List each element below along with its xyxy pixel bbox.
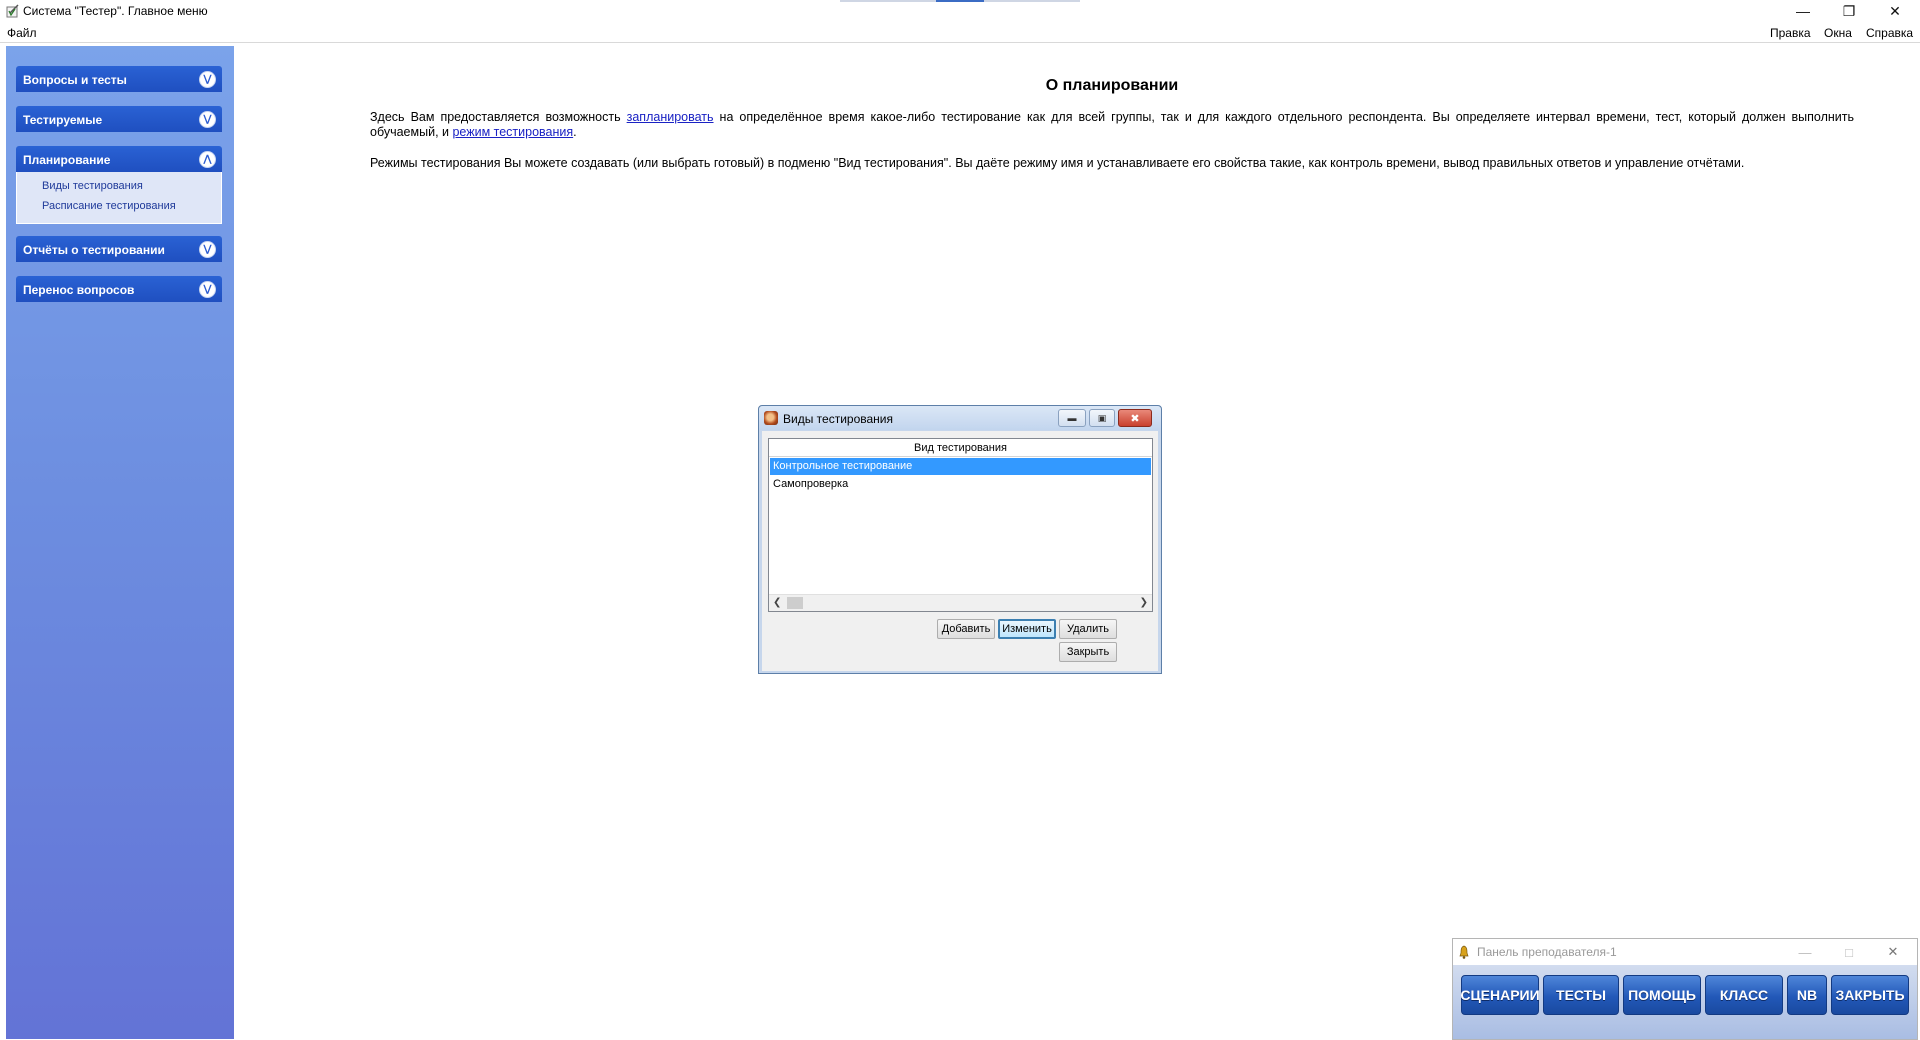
teacher-panel-title: Панель преподавателя-1 — [1477, 945, 1617, 959]
minimize-icon[interactable]: — — [1787, 942, 1823, 962]
chevron-down-icon[interactable]: ⋁ — [199, 281, 216, 298]
paragraph-text: . — [573, 125, 577, 139]
chevron-down-icon[interactable]: ⋁ — [199, 241, 216, 258]
title-accent-bar — [840, 0, 936, 2]
page-title: О планировании — [1045, 77, 1179, 94]
test-mode-link[interactable]: режим тестирования — [452, 125, 573, 139]
sidebar-section-transfer[interactable]: Перенос вопросов ⋁ — [16, 276, 222, 302]
list-item[interactable]: Самопроверка — [770, 476, 1151, 493]
close-icon[interactable]: ✕ — [1875, 942, 1911, 962]
restore-icon[interactable]: ❐ — [1826, 0, 1872, 22]
minimize-icon[interactable]: ▬ — [1058, 409, 1086, 427]
dialog-body: Вид тестирования Контрольное тестировани… — [762, 431, 1158, 671]
test-types-dialog: Виды тестирования ▬ ▣ ✖ Вид тестирования… — [758, 405, 1162, 674]
bell-icon — [1459, 945, 1469, 959]
horizontal-scrollbar[interactable]: ❮ ❯ — [769, 594, 1152, 611]
delete-button[interactable]: Удалить — [1059, 619, 1117, 639]
close-panel-button[interactable]: ЗАКРЫТЬ — [1831, 975, 1909, 1015]
sidebar-section-label: Планирование — [23, 153, 111, 167]
menubar: Файл Правка Окна Справка — [0, 24, 1920, 43]
dialog-app-icon — [764, 411, 778, 425]
intro-paragraph: Здесь Вам предоставляется возможность за… — [370, 110, 1854, 140]
title-accent-active — [936, 0, 984, 2]
help-button[interactable]: ПОМОЩЬ — [1623, 975, 1701, 1015]
scroll-left-icon[interactable]: ❮ — [773, 597, 781, 608]
teacher-panel: Панель преподавателя-1 — □ ✕ СЦЕНАРИИ ТЕ… — [1452, 938, 1918, 1040]
chevron-down-icon[interactable]: ⋁ — [199, 111, 216, 128]
menu-edit[interactable]: Правка — [1770, 26, 1811, 40]
title-accent-bar — [984, 0, 1080, 2]
sidebar-section-planning-body: Виды тестирования Расписание тестировани… — [16, 172, 222, 224]
close-icon[interactable]: ✕ — [1872, 0, 1918, 22]
window-titlebar: Система "Тестер". Главное меню — ❐ ✕ — [0, 0, 1920, 24]
sidebar: Вопросы и тесты ⋁ Тестируемые ⋁ Планиров… — [6, 46, 234, 1039]
app-icon — [6, 4, 19, 18]
sidebar-section-label: Перенос вопросов — [23, 283, 135, 297]
chevron-up-icon[interactable]: ⋀ — [199, 151, 216, 168]
close-button[interactable]: Закрыть — [1059, 642, 1117, 662]
add-button[interactable]: Добавить — [937, 619, 995, 639]
sidebar-item-test-types[interactable]: Виды тестирования — [42, 180, 143, 192]
scenarios-button[interactable]: СЦЕНАРИИ — [1460, 975, 1540, 1015]
list-item[interactable]: Контрольное тестирование — [770, 458, 1151, 475]
menu-file[interactable]: Файл — [7, 26, 37, 40]
sidebar-section-testees[interactable]: Тестируемые ⋁ — [16, 106, 222, 132]
tests-button[interactable]: ТЕСТЫ — [1543, 975, 1619, 1015]
maximize-icon[interactable]: □ — [1831, 942, 1867, 962]
scroll-thumb[interactable] — [787, 597, 803, 609]
sidebar-section-label: Тестируемые — [23, 113, 103, 127]
window-title: Система "Тестер". Главное меню — [23, 4, 208, 18]
paragraph-text: Здесь Вам предоставляется возможность — [370, 110, 627, 124]
sidebar-section-label: Отчёты о тестировании — [23, 243, 165, 257]
menu-help[interactable]: Справка — [1866, 26, 1913, 40]
chevron-down-icon[interactable]: ⋁ — [199, 71, 216, 88]
dialog-title: Виды тестирования — [783, 412, 893, 426]
modes-paragraph: Режимы тестирования Вы можете создавать … — [370, 156, 1745, 170]
minimize-icon[interactable]: — — [1780, 0, 1826, 22]
close-icon[interactable]: ✖ — [1118, 409, 1152, 427]
schedule-link[interactable]: запланировать — [627, 110, 714, 124]
sidebar-section-questions[interactable]: Вопросы и тесты ⋁ — [16, 66, 222, 92]
teacher-panel-titlebar[interactable]: Панель преподавателя-1 — □ ✕ — [1453, 939, 1917, 965]
nb-button[interactable]: NB — [1787, 975, 1827, 1015]
scroll-right-icon[interactable]: ❯ — [1140, 597, 1148, 608]
dialog-titlebar[interactable]: Виды тестирования ▬ ▣ ✖ — [759, 406, 1161, 430]
sidebar-section-reports[interactable]: Отчёты о тестировании ⋁ — [16, 236, 222, 262]
teacher-panel-toolbar: СЦЕНАРИИ ТЕСТЫ ПОМОЩЬ КЛАСС NB ЗАКРЫТЬ — [1453, 965, 1917, 1039]
maximize-icon[interactable]: ▣ — [1089, 409, 1115, 427]
sidebar-section-label: Вопросы и тесты — [23, 73, 127, 87]
edit-button[interactable]: Изменить — [998, 619, 1056, 639]
class-button[interactable]: КЛАСС — [1705, 975, 1783, 1015]
sidebar-section-planning[interactable]: Планирование ⋀ — [16, 146, 222, 172]
column-header[interactable]: Вид тестирования — [769, 439, 1152, 457]
sidebar-item-test-schedule[interactable]: Расписание тестирования — [42, 200, 176, 212]
test-types-list[interactable]: Вид тестирования Контрольное тестировани… — [768, 438, 1153, 612]
menu-windows[interactable]: Окна — [1824, 26, 1852, 40]
